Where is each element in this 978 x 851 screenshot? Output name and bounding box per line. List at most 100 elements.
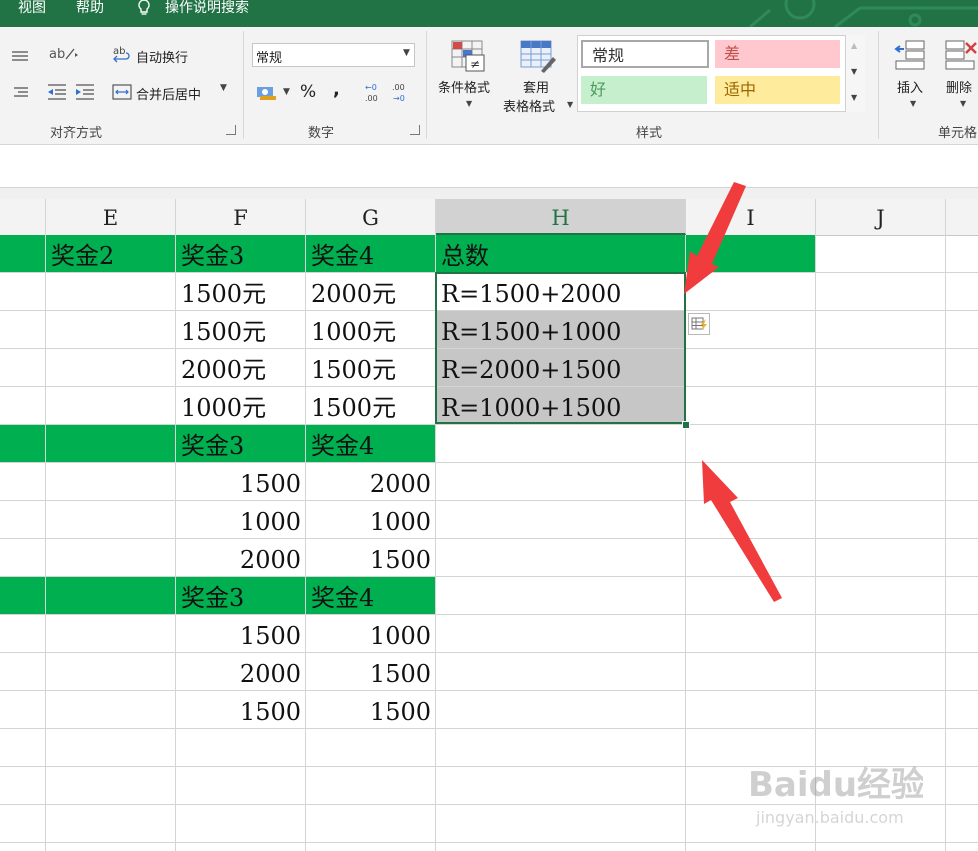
column-header-d[interactable]: [0, 199, 46, 235]
arrow-down-to-h2: [684, 182, 746, 294]
ribbon: ab ab 自动换行 合并后居中 ▼ 对齐方式 常规 ▼ ▼ % , ←0.00…: [0, 27, 978, 145]
table1-cell[interactable]: 1000元: [176, 387, 306, 425]
align-middle-icon[interactable]: [10, 49, 30, 67]
table2-header-cell[interactable]: 奖金3: [176, 425, 306, 463]
wrap-text-icon: ab: [112, 45, 132, 69]
delete-dropdown-icon[interactable]: ▼: [960, 99, 966, 108]
menu-bar: 视图 帮助 操作说明搜索: [0, 0, 978, 27]
arrow-up-to-selection: [702, 460, 782, 602]
circuit-decoration: [749, 0, 978, 27]
comma-button[interactable]: ,: [333, 79, 340, 100]
increase-indent-icon[interactable]: [74, 83, 96, 105]
column-header-g[interactable]: G: [306, 199, 436, 235]
table3-cell[interactable]: 1500: [176, 615, 306, 653]
grid-row-line: [0, 500, 978, 501]
table1-header-cell[interactable]: 奖金2: [46, 235, 176, 273]
grid-row-line: [0, 576, 978, 577]
table3-cell[interactable]: 1500: [306, 653, 436, 691]
svg-text:←0: ←0: [365, 83, 377, 92]
delete-button[interactable]: 删除: [946, 77, 972, 96]
table2-cell[interactable]: 1500: [306, 539, 436, 577]
increase-decimal-icon[interactable]: ←0.00: [365, 82, 387, 108]
decrease-decimal-icon[interactable]: .00 →0: [392, 82, 414, 108]
format-as-table-label-1[interactable]: 套用: [523, 77, 549, 96]
column-header-j[interactable]: J: [816, 199, 946, 235]
annotation-arrows: [684, 182, 782, 602]
watermark-url: jingyan.baidu.com: [756, 808, 904, 827]
table1-cell[interactable]: 1500元: [306, 349, 436, 387]
gallery-down-icon[interactable]: ▼: [851, 67, 857, 76]
table1-cell[interactable]: 2000元: [306, 273, 436, 311]
grid-column-line: [815, 235, 816, 851]
table3-header-cell[interactable]: 奖金4: [306, 577, 436, 615]
style-normal[interactable]: 常规: [581, 40, 709, 68]
table1-cell[interactable]: 1500元: [176, 273, 306, 311]
table1-cell[interactable]: 1500元: [306, 387, 436, 425]
table3-cell[interactable]: 1500: [176, 691, 306, 729]
style-good[interactable]: 好: [581, 76, 707, 104]
gallery-up-icon[interactable]: ▲: [851, 41, 857, 50]
grid-row-line: [0, 652, 978, 653]
currency-dropdown-icon[interactable]: ▼: [283, 87, 290, 97]
svg-text:.00: .00: [392, 83, 405, 92]
chevron-down-icon: ▼: [403, 48, 410, 58]
table2-cell[interactable]: 2000: [306, 463, 436, 501]
conditional-format-dropdown-icon[interactable]: ▼: [466, 99, 472, 108]
style-bad[interactable]: 差: [715, 40, 840, 68]
number-format-select[interactable]: 常规 ▼: [252, 43, 415, 67]
table1-cell[interactable]: 1000元: [306, 311, 436, 349]
alignment-launcher-icon[interactable]: [226, 125, 236, 135]
formula-bar[interactable]: [0, 145, 978, 188]
format-as-table-dropdown-icon[interactable]: ▼: [567, 100, 573, 109]
table2-cell[interactable]: 1000: [176, 501, 306, 539]
merge-center-icon: [112, 83, 132, 105]
svg-text:.00: .00: [365, 94, 378, 103]
table3-cell[interactable]: 1000: [306, 615, 436, 653]
svg-text:→0: →0: [393, 94, 405, 103]
insert-button[interactable]: 插入: [897, 77, 923, 96]
decrease-indent-icon[interactable]: [46, 83, 68, 105]
menu-view[interactable]: 视图: [18, 0, 46, 27]
table1-header-cell[interactable]: 总数: [436, 235, 686, 273]
conditional-format-button[interactable]: 条件格式: [438, 77, 490, 96]
svg-text:ab: ab: [49, 47, 65, 62]
format-as-table-label-2[interactable]: 表格格式: [503, 96, 555, 115]
table3-cell[interactable]: 2000: [176, 653, 306, 691]
number-group-label: 数字: [308, 126, 335, 141]
table1-header-cell[interactable]: 奖金4: [306, 235, 436, 273]
table1-cell[interactable]: 2000元: [176, 349, 306, 387]
tell-me-search[interactable]: 操作说明搜索: [165, 0, 249, 27]
gallery-scroll: ▲ ▼ ▼: [845, 35, 865, 112]
column-header-row: E F G H I J: [0, 199, 978, 236]
grid-row-line: [0, 728, 978, 729]
wrap-text-button[interactable]: 自动换行: [136, 47, 188, 66]
merge-dropdown-arrow-icon[interactable]: ▼: [220, 83, 227, 93]
conditional-format-icon: ≠: [450, 39, 488, 77]
svg-text:Baidu经验: Baidu经验: [748, 765, 923, 805]
column-header-e[interactable]: E: [46, 199, 176, 235]
align-right-icon[interactable]: [10, 85, 30, 103]
currency-icon[interactable]: [256, 84, 280, 106]
gallery-more-icon[interactable]: ▼: [851, 93, 857, 102]
cells-group-label: 单元格: [938, 126, 978, 141]
menu-help[interactable]: 帮助: [76, 0, 104, 27]
table2-cell[interactable]: 1000: [306, 501, 436, 539]
style-neutral[interactable]: 适中: [715, 76, 840, 104]
percent-button[interactable]: %: [300, 82, 316, 102]
table2-header-cell[interactable]: 奖金4: [306, 425, 436, 463]
column-header-f[interactable]: F: [176, 199, 306, 235]
table1-header-cell[interactable]: 奖金3: [176, 235, 306, 273]
orientation-icon[interactable]: ab: [48, 45, 80, 67]
grid-row-line: [0, 462, 978, 463]
insert-dropdown-icon[interactable]: ▼: [910, 99, 916, 108]
table3-cell[interactable]: 1500: [306, 691, 436, 729]
table1-cell[interactable]: 1500元: [176, 311, 306, 349]
column-header-h[interactable]: H: [436, 199, 686, 235]
number-launcher-icon[interactable]: [410, 125, 420, 135]
table2-cell[interactable]: 1500: [176, 463, 306, 501]
grid-row-line: [0, 690, 978, 691]
styles-group-label: 样式: [636, 126, 663, 141]
merge-center-button[interactable]: 合并后居中: [136, 84, 201, 103]
table2-cell[interactable]: 2000: [176, 539, 306, 577]
table3-header-cell[interactable]: 奖金3: [176, 577, 306, 615]
